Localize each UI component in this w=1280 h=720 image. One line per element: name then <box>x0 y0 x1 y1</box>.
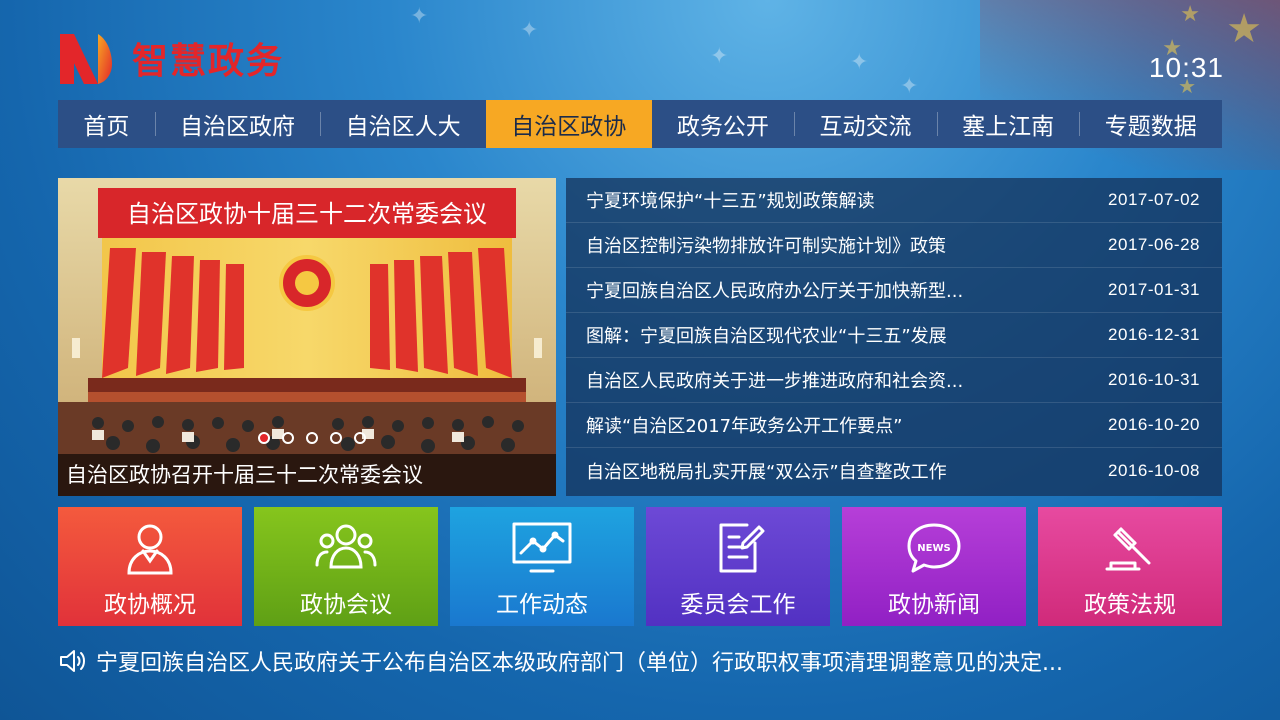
tile-cppcc-meetings[interactable]: 政协会议 <box>254 507 438 626</box>
main-nav: 首页 自治区政府 自治区人大 自治区政协 政务公开 互动交流 塞上江南 专题数据 <box>58 100 1222 148</box>
news-date: 2017-06-28 <box>1108 235 1200 254</box>
news-title: 图解：宁夏回族自治区现代农业“十三五”发展 <box>586 326 947 347</box>
nav-item-region-cppcc[interactable]: 自治区政协 <box>485 100 652 148</box>
carousel-indicators <box>258 432 366 444</box>
tile-cppcc-news[interactable]: NEWS 政协新闻 <box>842 507 1026 626</box>
carousel-dot[interactable] <box>354 432 366 444</box>
ticker-text: 宁夏回族自治区人民政府关于公布自治区本级政府部门（单位）行政职权事项清理调整意见… <box>96 651 1063 676</box>
news-item[interactable]: 自治区地税局扎实开展“双公示”自查整改工作 2016-10-08 <box>566 448 1222 493</box>
tile-label: 政策法规 <box>1084 592 1176 618</box>
hero-carousel[interactable]: 自治区政协十届三十二次常委会议 自治区政协召开十届三十二次常委会议 <box>58 178 556 496</box>
carousel-dot[interactable] <box>258 432 270 444</box>
news-title: 自治区控制污染物排放许可制实施计划》政策 <box>586 236 946 257</box>
news-title: 解读“自治区2017年政务公开工作要点” <box>586 416 903 437</box>
document-edit-icon <box>719 523 765 573</box>
nav-item-interaction[interactable]: 互动交流 <box>794 100 937 148</box>
svg-text:NEWS: NEWS <box>917 543 950 554</box>
news-date: 2016-10-20 <box>1108 415 1200 434</box>
news-title: 自治区地税局扎实开展“双公示”自查整改工作 <box>586 461 947 483</box>
news-title: 自治区人民政府关于进一步推进政府和社会资... <box>586 371 964 392</box>
clock: 10:31 <box>1148 52 1224 83</box>
news-date: 2016-12-31 <box>1108 325 1200 344</box>
nav-item-saishang-jiangnan[interactable]: 塞上江南 <box>936 100 1080 148</box>
news-item[interactable]: 解读“自治区2017年政务公开工作要点” 2016-10-20 <box>566 403 1222 448</box>
person-icon <box>127 524 173 575</box>
chart-monitor-icon <box>512 522 572 573</box>
gavel-icon <box>1105 527 1151 571</box>
tile-label: 政协会议 <box>300 592 392 618</box>
carousel-dot[interactable] <box>306 432 318 444</box>
hero-banner-text: 自治区政协十届三十二次常委会议 <box>127 200 487 228</box>
news-title: 宁夏环境保护“十三五”规划政策解读 <box>586 191 875 212</box>
news-item[interactable]: 自治区控制污染物排放许可制实施计划》政策 2017-06-28 <box>566 223 1222 268</box>
nav-item-topic-data[interactable]: 专题数据 <box>1079 100 1222 148</box>
news-item[interactable]: 宁夏环境保护“十三五”规划政策解读 2017-07-02 <box>566 178 1222 223</box>
tile-label: 政协新闻 <box>888 592 980 618</box>
news-item[interactable]: 自治区人民政府关于进一步推进政府和社会资... 2016-10-31 <box>566 358 1222 403</box>
nav-item-government-affairs[interactable]: 政务公开 <box>652 100 795 148</box>
news-title: 宁夏回族自治区人民政府办公厅关于加快新型... <box>586 281 964 302</box>
hero-caption: 自治区政协召开十届三十二次常委会议 <box>58 454 556 496</box>
app-logo: 智慧政务 <box>58 30 284 86</box>
group-icon <box>315 524 377 569</box>
carousel-dot[interactable] <box>282 432 294 444</box>
hero-image: 自治区政协十届三十二次常委会议 <box>58 178 556 496</box>
tile-label: 工作动态 <box>496 592 588 618</box>
news-item[interactable]: 图解：宁夏回族自治区现代农业“十三五”发展 2016-12-31 <box>566 313 1222 358</box>
announcement-ticker[interactable]: 宁夏回族自治区人民政府关于公布自治区本级政府部门（单位）行政职权事项清理调整意见… <box>58 646 1222 676</box>
news-item[interactable]: 宁夏回族自治区人民政府办公厅关于加快新型... 2017-01-31 <box>566 268 1222 313</box>
tile-cppcc-overview[interactable]: 政协概况 <box>58 507 242 626</box>
tile-label: 委员会工作 <box>680 592 796 618</box>
tile-policies-regulations[interactable]: 政策法规 <box>1038 507 1222 626</box>
news-bubble-icon: NEWS <box>907 523 961 573</box>
app-title: 智慧政务 <box>132 41 285 82</box>
news-date: 2016-10-31 <box>1108 370 1200 389</box>
tile-work-updates[interactable]: 工作动态 <box>450 507 634 626</box>
news-list: 宁夏环境保护“十三五”规划政策解读 2017-07-02 自治区控制污染物排放许… <box>566 178 1222 496</box>
news-date: 2017-07-02 <box>1108 190 1200 209</box>
carousel-dot[interactable] <box>330 432 342 444</box>
nav-item-region-government[interactable]: 自治区政府 <box>154 100 321 148</box>
logo-mark-icon <box>60 34 112 84</box>
tile-committee-work[interactable]: 委员会工作 <box>646 507 830 626</box>
news-date: 2017-01-31 <box>1108 280 1200 299</box>
news-date: 2016-10-08 <box>1108 460 1200 480</box>
feature-tiles: 政协概况 政协会议 工作动态 委员会工作 NEWS 政协新闻 政策法规 <box>58 507 1222 626</box>
speaker-icon <box>60 650 85 672</box>
nav-item-region-congress[interactable]: 自治区人大 <box>320 100 486 148</box>
nav-item-home[interactable]: 首页 <box>58 100 155 148</box>
tile-label: 政协概况 <box>104 592 196 618</box>
